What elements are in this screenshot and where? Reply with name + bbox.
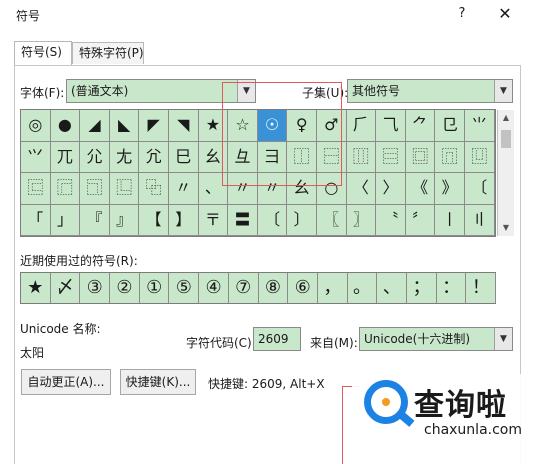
symbol-cell[interactable]: ⺍ <box>21 141 51 173</box>
symbol-cell[interactable]: 「 <box>21 204 51 236</box>
chevron-down-icon[interactable]: ▼ <box>494 328 512 350</box>
font-label: 字体(F): <box>20 86 65 100</box>
symbol-cell[interactable]: ⺋ <box>435 110 465 142</box>
symbol-cell[interactable]: 〒 <box>198 204 229 236</box>
chevron-down-icon[interactable]: ▼ <box>494 80 512 102</box>
recent-symbol-cell[interactable]: ： <box>437 273 467 303</box>
symbol-cell[interactable]: ⺈ <box>405 110 436 142</box>
symbol-cell[interactable]: ⺌ <box>465 110 495 142</box>
symbol-cell[interactable]: 【 <box>139 204 169 236</box>
recent-symbol-cell[interactable]: ⑦ <box>229 273 259 303</box>
recent-symbol-cell[interactable]: ① <box>140 273 170 303</box>
symbol-cell[interactable]: ⺄ <box>376 110 406 142</box>
recent-symbol-cell[interactable]: ② <box>110 273 140 303</box>
symbol-cell[interactable]: ⺁ <box>346 110 377 142</box>
from-value: Unicode(十六进制) <box>364 332 471 346</box>
symbol-cell[interactable]: ◎ <box>21 110 51 142</box>
window-title: 符号 <box>16 9 41 23</box>
symbol-cell[interactable]: 〓 <box>228 204 258 236</box>
symbol-cell[interactable]: ⿷ <box>21 173 51 205</box>
symbol-cell[interactable]: ⿺ <box>109 173 140 205</box>
symbol-cell[interactable]: 〝 <box>376 204 406 236</box>
watermark-logo: 查询啦 chaxunla.com <box>352 374 536 464</box>
symbol-cell[interactable]: 〃 <box>169 173 199 205</box>
symbol-cell[interactable]: ⿴ <box>405 141 436 173</box>
scroll-up-icon[interactable]: ▲ <box>498 110 514 126</box>
recent-symbol-cell[interactable]: 。 <box>348 273 378 303</box>
recent-symbol-cell[interactable]: ！ <box>467 273 497 303</box>
symbol-cell[interactable]: ⿻ <box>139 173 169 205</box>
recent-symbol-cell[interactable]: 、 <box>377 273 408 303</box>
symbol-cell[interactable]: 〔 <box>465 173 495 205</box>
recent-symbol-cell[interactable]: ⑤ <box>170 273 200 303</box>
subset-value: 其他符号 <box>352 84 401 98</box>
scroll-down-icon[interactable]: ▼ <box>498 220 514 236</box>
symbol-cell[interactable]: 〡 <box>435 204 465 236</box>
symbol-cell[interactable]: ◢ <box>80 110 110 142</box>
symbol-cell[interactable]: 》 <box>435 173 465 205</box>
char-code-input[interactable]: 2609 <box>253 327 301 351</box>
recent-symbol-cell[interactable]: ④ <box>199 273 229 303</box>
symbol-cell[interactable]: ⿸ <box>50 173 81 205</box>
subset-select[interactable]: 其他符号 ▼ <box>347 79 513 103</box>
symbol-cell[interactable]: ⺏ <box>80 141 110 173</box>
shortcut-info: 快捷键: 2609, Alt+X <box>208 377 325 391</box>
symbol-cell[interactable]: ⺑ <box>139 141 169 173</box>
recent-symbols[interactable]: ★ 〆 ③ ② ① ⑤ ④ ⑦ ⑧ ⑥，。、；：！ <box>20 272 497 304</box>
symbol-cell[interactable]: 〔 <box>257 204 288 236</box>
symbol-cell[interactable]: ⺐ <box>109 141 140 173</box>
watermark-text: 查询啦 <box>414 388 507 423</box>
recent-symbol-cell[interactable]: ⑧ <box>259 273 289 303</box>
symbol-cell[interactable]: ⿵ <box>435 141 465 173</box>
recent-symbol-cell[interactable]: ； <box>407 273 437 303</box>
unicode-name-value: 太阳 <box>20 346 45 360</box>
symbol-cell[interactable]: 『 <box>80 204 110 236</box>
symbol-cell[interactable]: 】 <box>169 204 199 236</box>
symbol-cell[interactable]: ⿶ <box>465 141 495 173</box>
watermark-url: chaxunla.com <box>424 422 522 438</box>
from-label: 来自(M): <box>310 336 358 350</box>
symbol-cell[interactable]: ⺒ <box>169 141 199 173</box>
symbol-cell[interactable]: 』 <box>109 204 140 236</box>
recent-symbol-cell[interactable]: ③ <box>80 273 111 303</box>
recent-symbol-cell[interactable]: ★ <box>21 273 51 303</box>
recent-label: 近期使用过的符号(R): <box>20 254 138 268</box>
annotation-box <box>222 82 342 186</box>
title-bar: 符号 ? ✕ <box>0 0 536 30</box>
symbol-cell[interactable]: 」 <box>50 204 81 236</box>
symbol-cell[interactable]: ⿲ <box>346 141 377 173</box>
symbol-cell[interactable]: 〈 <box>346 173 377 205</box>
symbol-cell[interactable]: ● <box>50 110 81 142</box>
grid-scrollbar[interactable]: ▲ ▼ <box>497 110 514 236</box>
symbol-cell[interactable]: 〞 <box>405 204 436 236</box>
close-button[interactable]: ✕ <box>494 4 516 24</box>
symbol-cell[interactable]: ◥ <box>169 110 199 142</box>
symbol-cell[interactable]: ◣ <box>109 110 140 142</box>
from-select[interactable]: Unicode(十六进制) ▼ <box>359 327 513 351</box>
symbol-cell[interactable]: ⺎ <box>50 141 81 173</box>
symbol-cell[interactable]: ◤ <box>139 110 169 142</box>
autocorrect-button[interactable]: 自动更正(A)... <box>21 369 111 395</box>
recent-symbol-cell[interactable]: ⑥ <box>288 273 318 303</box>
tab-special-characters[interactable]: 特殊字符(P) <box>72 42 144 64</box>
symbol-cell[interactable]: 〉 <box>376 173 406 205</box>
tab-symbols[interactable]: 符号(S) <box>14 41 72 65</box>
font-value: (普通文本) <box>71 84 129 98</box>
unicode-name-label: Unicode 名称: <box>20 322 101 336</box>
help-button[interactable]: ? <box>452 4 472 24</box>
symbol-cell[interactable]: 〕 <box>287 204 317 236</box>
recent-symbol-cell[interactable]: 〆 <box>51 273 81 303</box>
symbol-cell[interactable]: 〖 <box>317 204 347 236</box>
symbol-cell[interactable]: 《 <box>405 173 436 205</box>
symbol-cell[interactable]: ⿹ <box>80 173 110 205</box>
recent-symbol-cell[interactable]: ， <box>318 273 348 303</box>
symbol-cell[interactable]: 〗 <box>346 204 377 236</box>
scroll-thumb[interactable] <box>501 130 511 148</box>
symbol-cell[interactable]: 〢 <box>465 204 495 236</box>
symbol-cell[interactable]: ⿳ <box>376 141 406 173</box>
shortcut-key-button[interactable]: 快捷键(K)... <box>120 369 196 395</box>
char-code-label: 字符代码(C): <box>186 336 256 350</box>
